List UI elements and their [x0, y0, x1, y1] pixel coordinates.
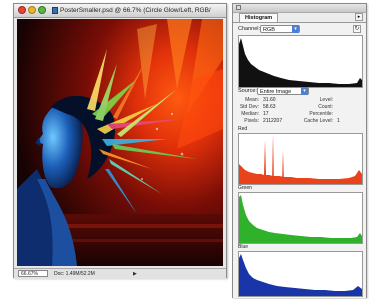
document-title-bar[interactable]: PosterSmaller.psd @ 66.7% (Circle Glow/L… — [14, 4, 226, 18]
stat-percentile-label: Percentile: — [309, 111, 333, 117]
blue-histogram-plot — [239, 254, 362, 296]
red-histogram-spike — [282, 150, 284, 184]
document-title: PosterSmaller.psd @ 66.7% (Circle Glow/L… — [60, 7, 211, 14]
histogram-palette: Histogram ▸ Channel: RGB ▾ ↻ Source: Ent… — [232, 3, 367, 298]
source-select[interactable]: Entire Image ▾ — [257, 87, 309, 95]
stat-cache-level-label: Cache Level: — [303, 118, 333, 124]
psd-file-icon — [52, 7, 58, 14]
green-histogram-area — [239, 195, 362, 243]
zoom-level-field[interactable]: 66.67% — [18, 270, 48, 277]
stat-pixels-value: 2112207 — [263, 118, 283, 124]
chevron-down-icon: ▾ — [301, 87, 308, 95]
minimize-window-button[interactable] — [28, 6, 36, 14]
stat-median-label: Median: — [241, 111, 259, 117]
zoom-window-button[interactable] — [38, 6, 46, 14]
stat-std-dev-label: Std Dev: — [239, 104, 259, 110]
green-histogram-graph — [238, 192, 363, 244]
histogram-composite-graph — [238, 35, 363, 88]
poster-artwork-image — [17, 19, 223, 266]
green-histogram-plot — [239, 195, 362, 243]
stat-level-label: Level: — [319, 97, 333, 103]
close-window-button[interactable] — [18, 6, 26, 14]
stat-std-dev-value: 58.63 — [263, 104, 276, 110]
source-value: Entire Image — [260, 89, 292, 95]
palette-menu-icon[interactable]: ▸ — [355, 13, 363, 21]
stat-pixels-label: Pixels: — [244, 118, 259, 124]
green-channel-label: Green — [238, 185, 252, 191]
blue-channel-label: Blue — [238, 244, 249, 250]
blue-histogram-area — [239, 254, 362, 296]
red-histogram-spike — [272, 134, 274, 184]
document-size-info: Doc: 1.49M/52.2M — [54, 271, 95, 277]
stat-mean-label: Mean: — [245, 97, 259, 103]
stat-mean-value: 31.60 — [263, 97, 276, 103]
document-status-bar: 66.67% Doc: 1.49M/52.2M ▶ — [14, 268, 226, 279]
blue-histogram-graph — [238, 251, 363, 297]
poster-artwork-canvas[interactable] — [17, 19, 223, 266]
refresh-icon[interactable]: ↻ — [353, 25, 361, 33]
red-histogram-graph — [238, 133, 363, 185]
red-channel-label: Red — [238, 126, 248, 132]
channel-select[interactable]: RGB ▾ — [260, 25, 300, 33]
stat-count-label: Count: — [318, 104, 333, 110]
close-icon[interactable] — [236, 5, 241, 10]
stat-cache-level-value: 1 — [337, 118, 340, 124]
channel-value: RGB — [263, 27, 275, 33]
red-histogram-plot — [239, 134, 362, 184]
composite-histogram-plot — [239, 38, 362, 87]
composite-histogram-area — [239, 38, 362, 87]
histogram-panel-body: Channel: RGB ▾ ↻ Source: Entire Image ▾ … — [233, 22, 366, 298]
channel-label: Channel: — [238, 26, 261, 32]
red-histogram-area — [239, 140, 362, 184]
stat-median-value: 17 — [263, 111, 269, 117]
document-window: PosterSmaller.psd @ 66.7% (Circle Glow/L… — [13, 3, 227, 279]
source-label: Source: — [238, 88, 257, 94]
palette-title-bar[interactable] — [233, 4, 366, 13]
chevron-down-icon: ▾ — [292, 25, 299, 33]
status-menu-arrow-icon[interactable]: ▶ — [133, 271, 139, 277]
